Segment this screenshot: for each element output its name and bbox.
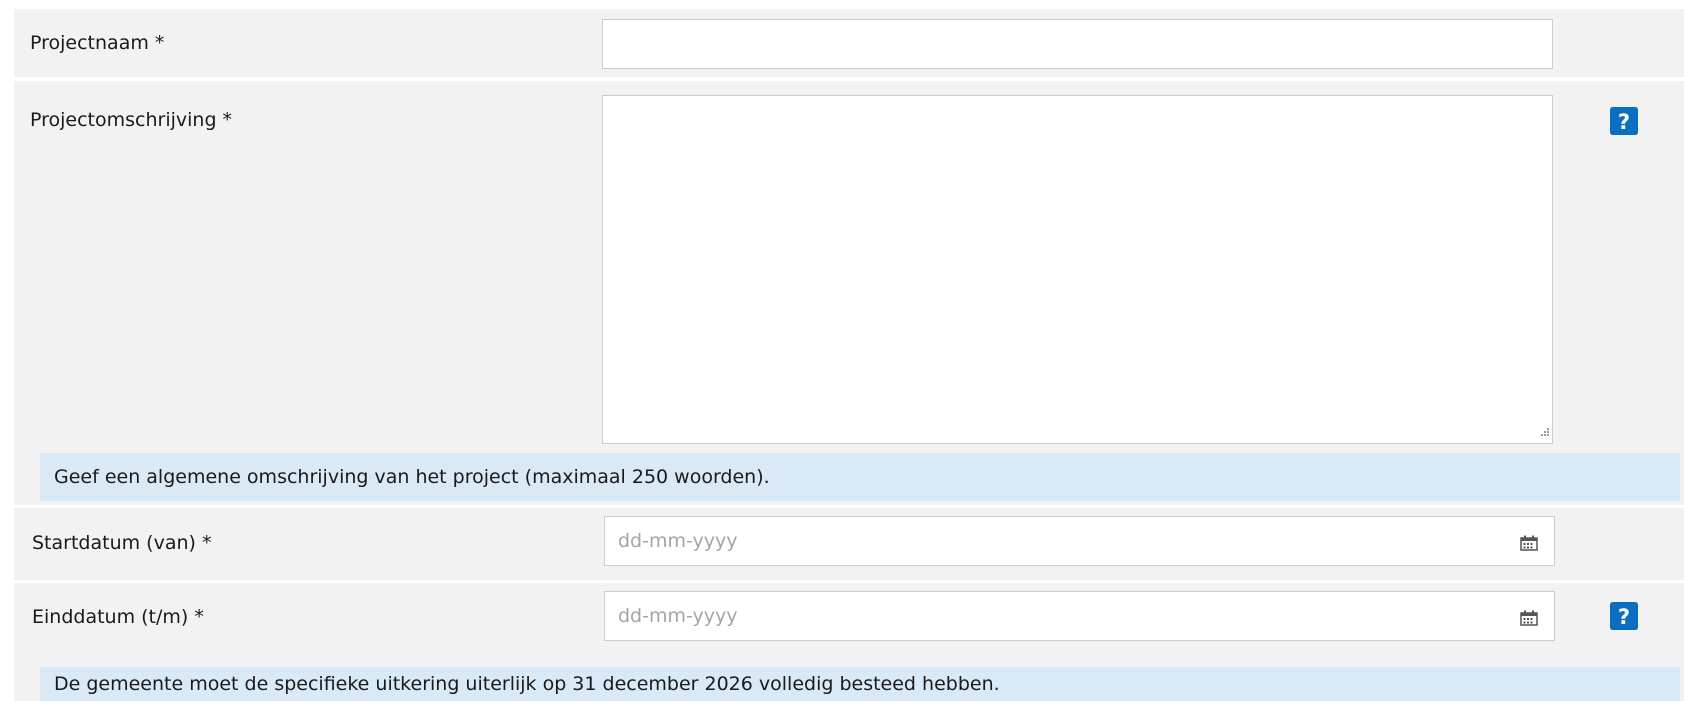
project-name-label: Projectnaam * xyxy=(30,32,165,54)
end-date-label: Einddatum (t/m) * xyxy=(32,606,204,628)
svg-text:?: ? xyxy=(1618,110,1630,134)
project-name-row: Projectnaam * xyxy=(14,9,1684,77)
end-date-input[interactable]: dd-mm-yyyy xyxy=(604,591,1555,641)
start-date-row: Startdatum (van) * dd-mm-yyyy xyxy=(14,508,1684,580)
start-date-placeholder: dd-mm-yyyy xyxy=(618,530,738,552)
project-description-label: Projectomschrijving * xyxy=(30,109,233,131)
help-icon[interactable]: ? xyxy=(1608,105,1640,137)
project-name-input[interactable] xyxy=(602,19,1553,69)
start-date-label: Startdatum (van) * xyxy=(32,532,212,554)
start-date-input[interactable]: dd-mm-yyyy xyxy=(604,516,1555,566)
end-date-placeholder: dd-mm-yyyy xyxy=(618,605,738,627)
end-date-row: Einddatum (t/m) * dd-mm-yyyy ? De gemeen… xyxy=(14,583,1684,701)
resize-grip-icon[interactable] xyxy=(1538,427,1550,439)
svg-text:?: ? xyxy=(1618,605,1630,629)
help-icon[interactable]: ? xyxy=(1608,600,1640,632)
project-description-row: Projectomschrijving * ? Geef een algemen… xyxy=(14,81,1684,505)
calendar-icon[interactable] xyxy=(1520,610,1538,626)
end-date-hint: De gemeente moet de specifieke uitkering… xyxy=(40,667,1680,701)
project-description-hint: Geef een algemene omschrijving van het p… xyxy=(40,453,1680,501)
calendar-icon[interactable] xyxy=(1520,535,1538,551)
project-form: Projectnaam * Projectomschrijving * ? Ge… xyxy=(0,0,1684,701)
project-description-textarea[interactable] xyxy=(602,95,1553,444)
